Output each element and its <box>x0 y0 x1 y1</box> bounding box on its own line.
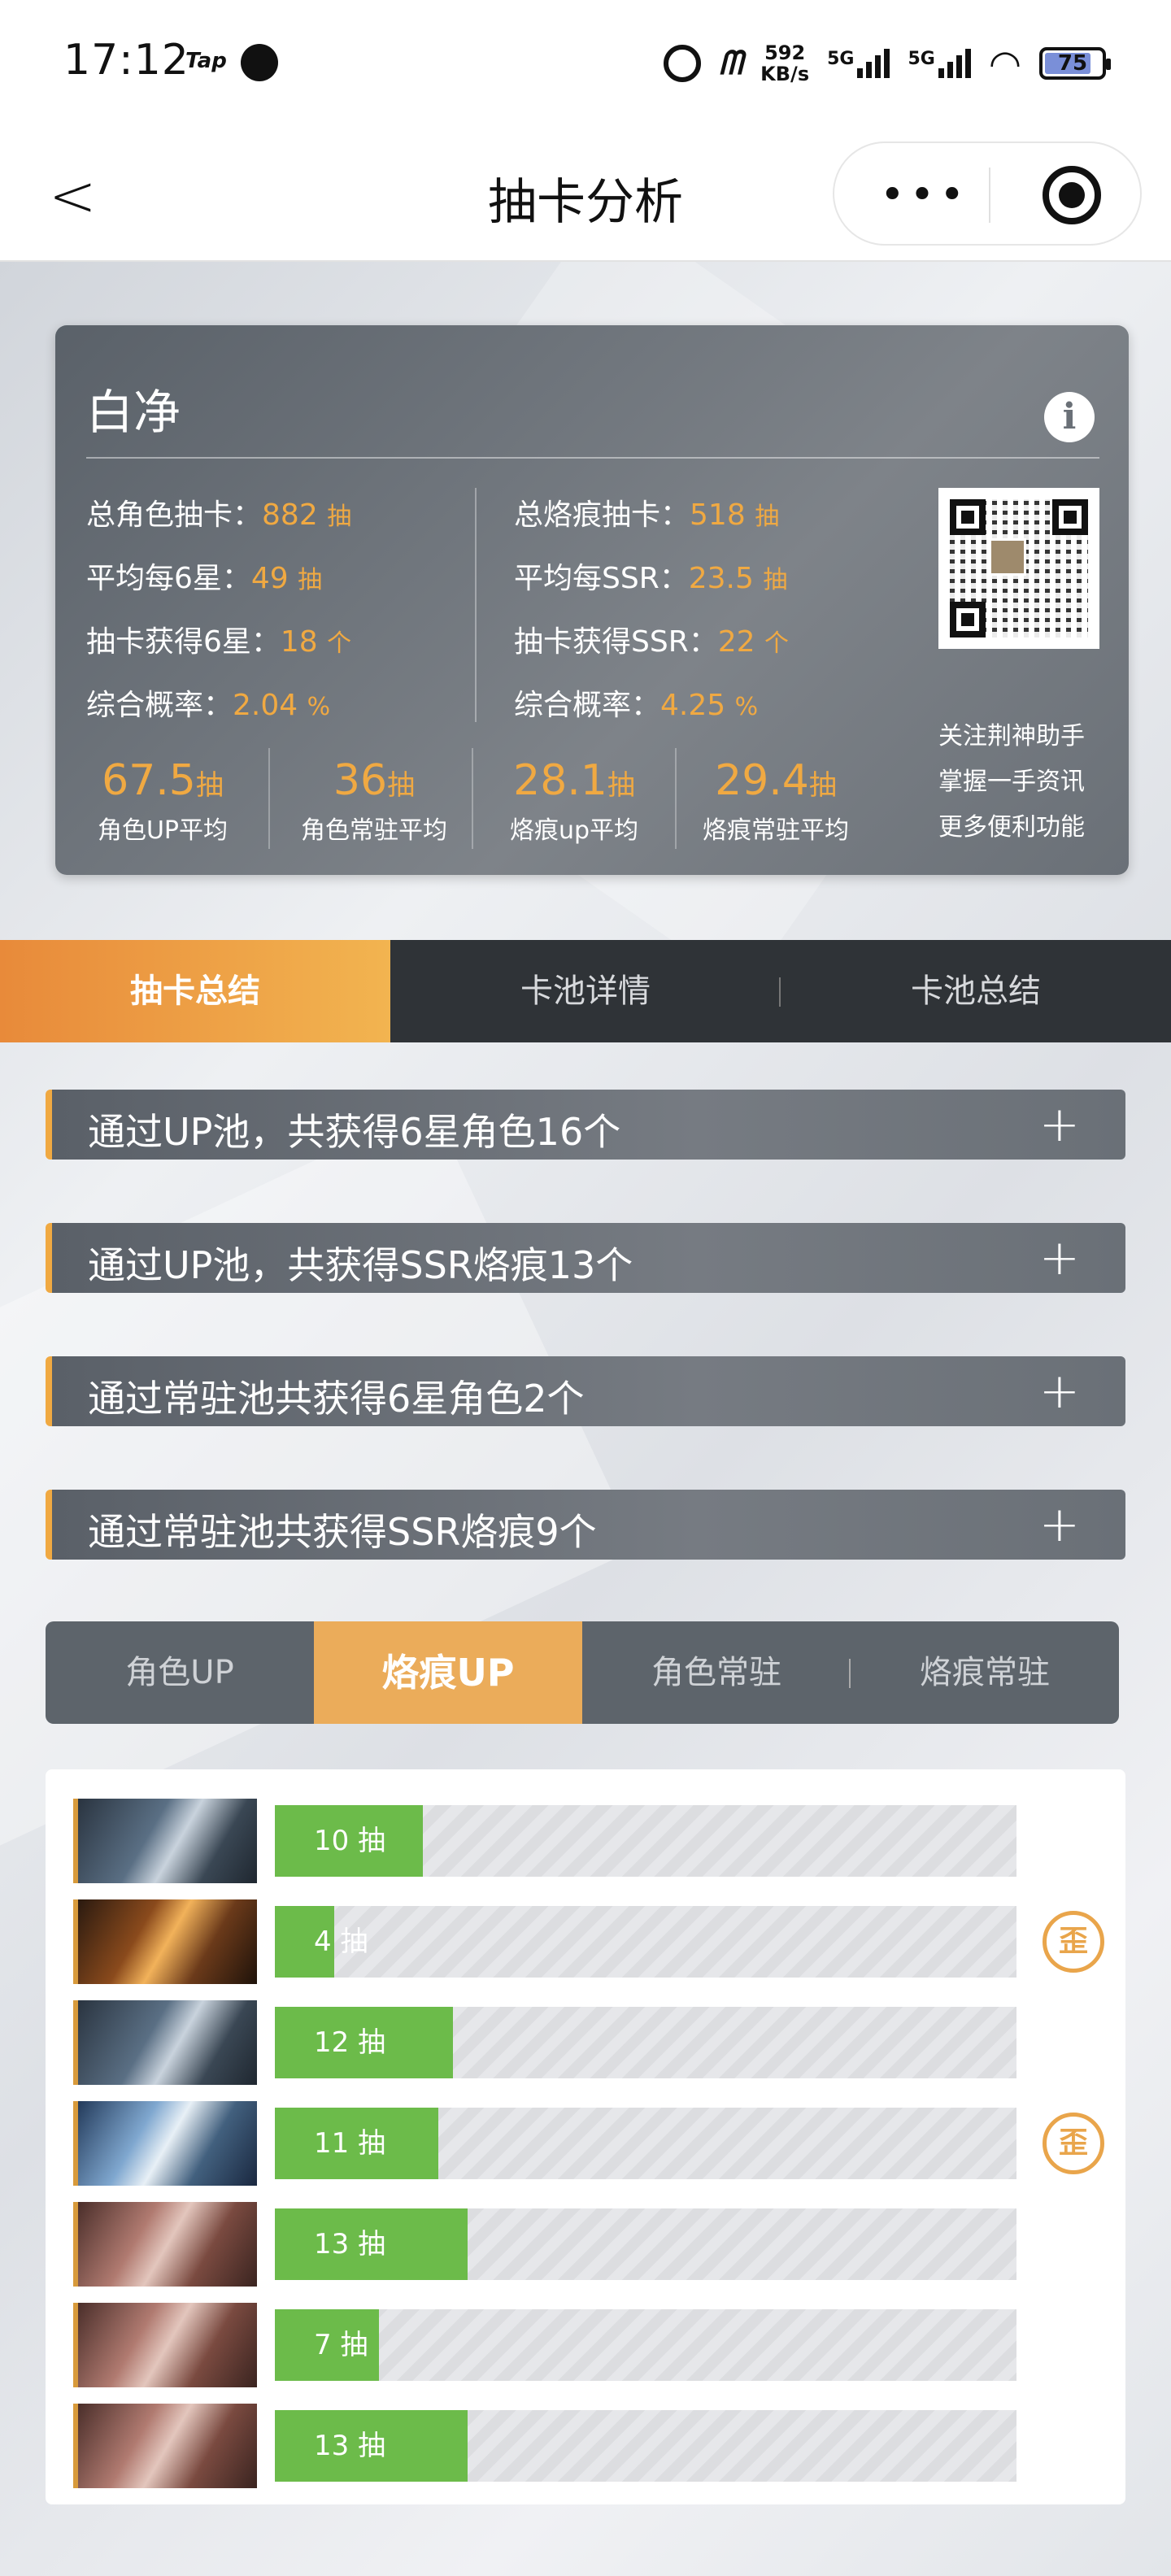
tab-brand-up[interactable]: 烙痕UP <box>314 1621 582 1724</box>
stat-6star-obtained: 抽卡获得6星：18 个 <box>86 625 352 659</box>
off-banner-badge: 歪 <box>1043 2113 1104 2174</box>
qr-code <box>938 488 1099 649</box>
net-speed: 592 KB/s <box>760 41 810 85</box>
list-item[interactable]: 10 抽 <box>73 1799 1098 1883</box>
pool-tabs: 角色UP 烙痕UP 角色常驻 烙痕常驻 <box>46 1621 1119 1724</box>
avg-character-standard: 36抽 角色常驻平均 <box>301 756 447 845</box>
expand-icon[interactable]: + <box>1039 1363 1080 1420</box>
pull-progress-bar: 13 抽 <box>275 2208 1016 2280</box>
tab-divider <box>849 1659 851 1688</box>
alarm-icon <box>664 45 702 82</box>
divider <box>86 457 1099 459</box>
avg-brand-up: 28.1抽 烙痕up平均 <box>509 756 639 845</box>
list-item[interactable]: 12 抽 <box>73 2000 1098 2085</box>
brand-thumbnail <box>73 2404 257 2488</box>
miniprogram-capsule: ••• <box>833 141 1142 246</box>
battery-icon: 75 <box>1039 47 1111 80</box>
brand-thumbnail <box>73 2000 257 2085</box>
pull-count-label: 13 抽 <box>314 2228 386 2261</box>
stat-ssr-obtained: 抽卡获得SSR：22 个 <box>514 625 789 659</box>
notification-app-icon <box>241 44 278 81</box>
pull-count-label: 4 抽 <box>314 1925 368 1958</box>
avg-brand-standard: 29.4抽 烙痕常驻平均 <box>703 756 849 845</box>
brand-thumbnail <box>73 1799 257 1883</box>
pull-count-label: 10 抽 <box>314 1825 386 1857</box>
avg-divider <box>268 748 270 849</box>
wifi-icon: ◠ <box>988 41 1021 85</box>
pull-count: 12 <box>314 2026 350 2059</box>
summary-standard-ssr[interactable]: 通过常驻池共获得SSR烙痕9个 + <box>46 1490 1125 1560</box>
status-time: 17:12 <box>63 36 189 85</box>
pull-progress-bar: 12 抽 <box>275 2007 1016 2078</box>
pull-progress-bar: 7 抽 <box>275 2309 1016 2381</box>
pull-progress-bar: 11 抽 <box>275 2108 1016 2179</box>
more-button[interactable]: ••• <box>880 174 969 216</box>
tab-brand-standard[interactable]: 烙痕常驻 <box>851 1621 1119 1724</box>
expand-icon[interactable]: + <box>1039 1496 1080 1553</box>
brand-thumbnail <box>73 2202 257 2287</box>
tab-pull-summary[interactable]: 抽卡总结 <box>0 940 390 1042</box>
stat-brand-rate: 综合概率：4.25 % <box>514 689 759 722</box>
summary-up-6star[interactable]: 通过UP池，共获得6星角色16个 + <box>46 1090 1125 1160</box>
nav-bar: < 抽卡分析 ••• <box>0 130 1171 262</box>
main-tabs: 抽卡总结 卡池详情 卡池总结 <box>0 940 1171 1042</box>
pull-count-label: 7 抽 <box>314 2329 368 2361</box>
avg-divider <box>472 748 473 849</box>
close-miniprogram-button[interactable] <box>1043 166 1101 224</box>
list-item[interactable]: 13 抽 <box>73 2404 1098 2488</box>
info-icon[interactable]: i <box>1044 392 1095 442</box>
pull-count: 7 <box>314 2329 332 2361</box>
brand-thumbnail <box>73 2101 257 2186</box>
list-item[interactable]: 11 抽 歪 <box>73 2101 1104 2186</box>
pull-count: 13 <box>314 2228 350 2261</box>
avg-character-up: 67.5抽 角色UP平均 <box>97 756 229 845</box>
status-bar: 17:12 Tap ᗰ 592 KB/s 5G 5G ◠ 75 <box>0 0 1171 130</box>
pull-count: 4 <box>314 1925 332 1958</box>
pull-count-label: 12 抽 <box>314 2026 386 2059</box>
pull-progress-bar: 4 抽 <box>275 1906 1016 1978</box>
tab-divider <box>779 977 781 1007</box>
pull-progress-bar: 10 抽 <box>275 1805 1016 1877</box>
stat-total-character-pulls: 总角色抽卡：882 抽 <box>86 498 352 532</box>
pull-count: 11 <box>314 2127 350 2160</box>
stats-card: 白净 i 总角色抽卡：882 抽 平均每6星：49 抽 抽卡获得6星：18 个 … <box>55 325 1129 875</box>
expand-icon[interactable]: + <box>1039 1096 1080 1153</box>
stat-total-brand-pulls: 总烙痕抽卡：518 抽 <box>514 498 780 532</box>
pull-count-label: 13 抽 <box>314 2430 386 2462</box>
summary-standard-6star[interactable]: 通过常驻池共获得6星角色2个 + <box>46 1356 1125 1426</box>
tab-character-up[interactable]: 角色UP <box>46 1621 314 1724</box>
expand-icon[interactable]: + <box>1039 1229 1080 1286</box>
player-name: 白净 <box>86 385 181 440</box>
tab-pool-summary[interactable]: 卡池总结 <box>781 940 1171 1042</box>
brand-thumbnail <box>73 2303 257 2387</box>
list-item[interactable]: 13 抽 <box>73 2202 1098 2287</box>
list-item[interactable]: 4 抽 歪 <box>73 1899 1104 1984</box>
stat-avg-per-ssr: 平均每SSR：23.5 抽 <box>514 562 788 595</box>
pull-count: 13 <box>314 2430 350 2462</box>
pull-progress-bar: 13 抽 <box>275 2410 1016 2482</box>
list-item[interactable]: 7 抽 <box>73 2303 1098 2387</box>
tab-pool-details[interactable]: 卡池详情 <box>390 940 781 1042</box>
off-banner-badge: 歪 <box>1043 1911 1104 1973</box>
pull-count: 10 <box>314 1825 350 1857</box>
pull-count-label: 11 抽 <box>314 2127 386 2160</box>
stat-character-rate: 综合概率：2.04 % <box>86 689 331 722</box>
stats-divider <box>475 488 477 722</box>
signal-icon-1: 5G <box>827 49 890 78</box>
capsule-divider <box>989 168 990 223</box>
summary-up-ssr[interactable]: 通过UP池，共获得SSR烙痕13个 + <box>46 1223 1125 1293</box>
pull-list: 10 抽4 抽歪 12 抽 11 抽歪 13 抽7 抽 13 抽 <box>46 1769 1125 2504</box>
hd-icon: ᗰ <box>719 45 743 82</box>
tap-app-icon: Tap <box>185 49 227 73</box>
tab-character-standard[interactable]: 角色常驻 <box>582 1621 851 1724</box>
promo-text: 关注荆神助手 掌握一手资讯 更多便利功能 <box>938 722 1085 842</box>
brand-thumbnail <box>73 1899 257 1984</box>
qr-logo-icon <box>989 538 1026 576</box>
stat-avg-per-6star: 平均每6星：49 抽 <box>86 562 323 595</box>
signal-icon-2: 5G <box>908 49 971 78</box>
